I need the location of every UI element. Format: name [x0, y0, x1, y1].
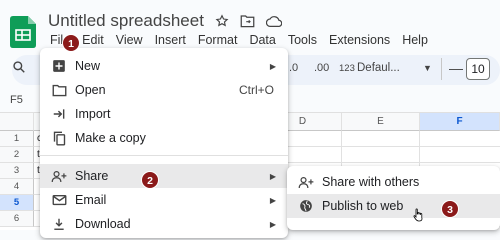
- submenu-arrow-icon: ▶: [269, 61, 276, 71]
- copy-icon: [51, 131, 67, 146]
- menu-divider: [40, 155, 288, 156]
- file-menu-item-new[interactable]: New ▶: [40, 54, 288, 78]
- number-format-button[interactable]: 123: [339, 63, 355, 74]
- menu-help[interactable]: Help: [396, 31, 434, 49]
- menu-insert[interactable]: Insert: [149, 31, 192, 49]
- share-menu-item-share-with-others[interactable]: Share with others: [287, 170, 500, 194]
- share-submenu: Share with others Publish to web: [287, 166, 500, 230]
- file-menu-item-make-a-copy[interactable]: Make a copy: [40, 126, 288, 150]
- menu-tools[interactable]: Tools: [282, 31, 323, 49]
- menu-view[interactable]: View: [110, 31, 149, 49]
- decrease-font-size-button[interactable]: —: [449, 60, 463, 76]
- font-selector[interactable]: Defaul...: [357, 62, 400, 74]
- share-icon: [51, 170, 67, 183]
- step-badge-3: 3: [441, 200, 459, 218]
- increase-decimal-button[interactable]: .00: [314, 62, 329, 74]
- decrease-decimal-button[interactable]: .0: [289, 62, 298, 74]
- menu-extensions[interactable]: Extensions: [323, 31, 396, 49]
- file-menu-item-label: Email: [75, 193, 107, 207]
- search-menus-icon[interactable]: [12, 60, 26, 77]
- share-menu-item-label: Publish to web: [322, 199, 404, 213]
- hand-cursor-icon: [413, 208, 423, 222]
- file-menu: New ▶ Open Ctrl+O Import Make a copy Sha…: [40, 48, 288, 238]
- share-menu-item-label: Share with others: [322, 175, 420, 189]
- add-person-icon: [298, 176, 314, 189]
- row-header-6[interactable]: 6: [0, 211, 34, 227]
- file-menu-item-label: Import: [75, 107, 111, 121]
- file-menu-item-label: Open: [75, 83, 106, 97]
- move-to-folder-icon[interactable]: [240, 13, 256, 29]
- file-menu-item-share[interactable]: Share ▶: [40, 164, 288, 188]
- step-badge-1: 1: [62, 34, 80, 52]
- file-menu-item-email[interactable]: Email ▶: [40, 188, 288, 212]
- share-menu-item-publish-to-web[interactable]: Publish to web: [287, 194, 500, 218]
- row-header-5[interactable]: 5: [0, 195, 34, 211]
- file-menu-item-label: Share: [75, 169, 109, 183]
- shortcut-label: Ctrl+O: [238, 83, 274, 97]
- new-icon: [51, 59, 67, 73]
- menu-edit[interactable]: Edit: [76, 31, 110, 49]
- menu-data[interactable]: Data: [243, 31, 281, 49]
- file-menu-item-import[interactable]: Import: [40, 102, 288, 126]
- font-dropdown-icon[interactable]: ▼: [423, 63, 432, 73]
- star-icon[interactable]: [214, 13, 230, 29]
- file-menu-item-label: Make a copy: [75, 131, 146, 145]
- row-header-2[interactable]: 2: [0, 147, 34, 163]
- menubar: File Edit View Insert Format Data Tools …: [44, 31, 434, 49]
- file-menu-item-open[interactable]: Open Ctrl+O: [40, 78, 288, 102]
- row-header-4[interactable]: 4: [0, 179, 34, 195]
- email-icon: [51, 194, 67, 206]
- toolbar-divider: [441, 58, 442, 80]
- document-title[interactable]: Untitled spreadsheet: [48, 11, 204, 31]
- menu-format[interactable]: Format: [192, 31, 244, 49]
- column-header-f[interactable]: F: [420, 113, 500, 131]
- file-menu-item-download[interactable]: Download ▶: [40, 212, 288, 236]
- select-all-corner[interactable]: [0, 113, 34, 131]
- row-header-1[interactable]: 1: [0, 131, 34, 147]
- import-icon: [51, 107, 67, 121]
- title-row: Untitled spreadsheet: [48, 10, 282, 32]
- column-header-e[interactable]: E: [342, 113, 420, 131]
- font-size-input[interactable]: 10: [466, 58, 490, 80]
- submenu-arrow-icon: ▶: [269, 171, 276, 181]
- submenu-arrow-icon: ▶: [269, 219, 276, 229]
- globe-icon: [298, 199, 314, 213]
- download-icon: [51, 217, 67, 231]
- folder-icon: [51, 84, 67, 97]
- sheets-logo-icon[interactable]: [10, 16, 36, 48]
- row-header-3[interactable]: 3: [0, 163, 34, 179]
- cloud-status-icon[interactable]: [265, 13, 282, 29]
- file-menu-item-label: Download: [75, 217, 131, 231]
- name-box[interactable]: F5: [10, 94, 23, 106]
- step-badge-2: 2: [141, 171, 159, 189]
- submenu-arrow-icon: ▶: [269, 195, 276, 205]
- file-menu-item-label: New: [75, 59, 101, 73]
